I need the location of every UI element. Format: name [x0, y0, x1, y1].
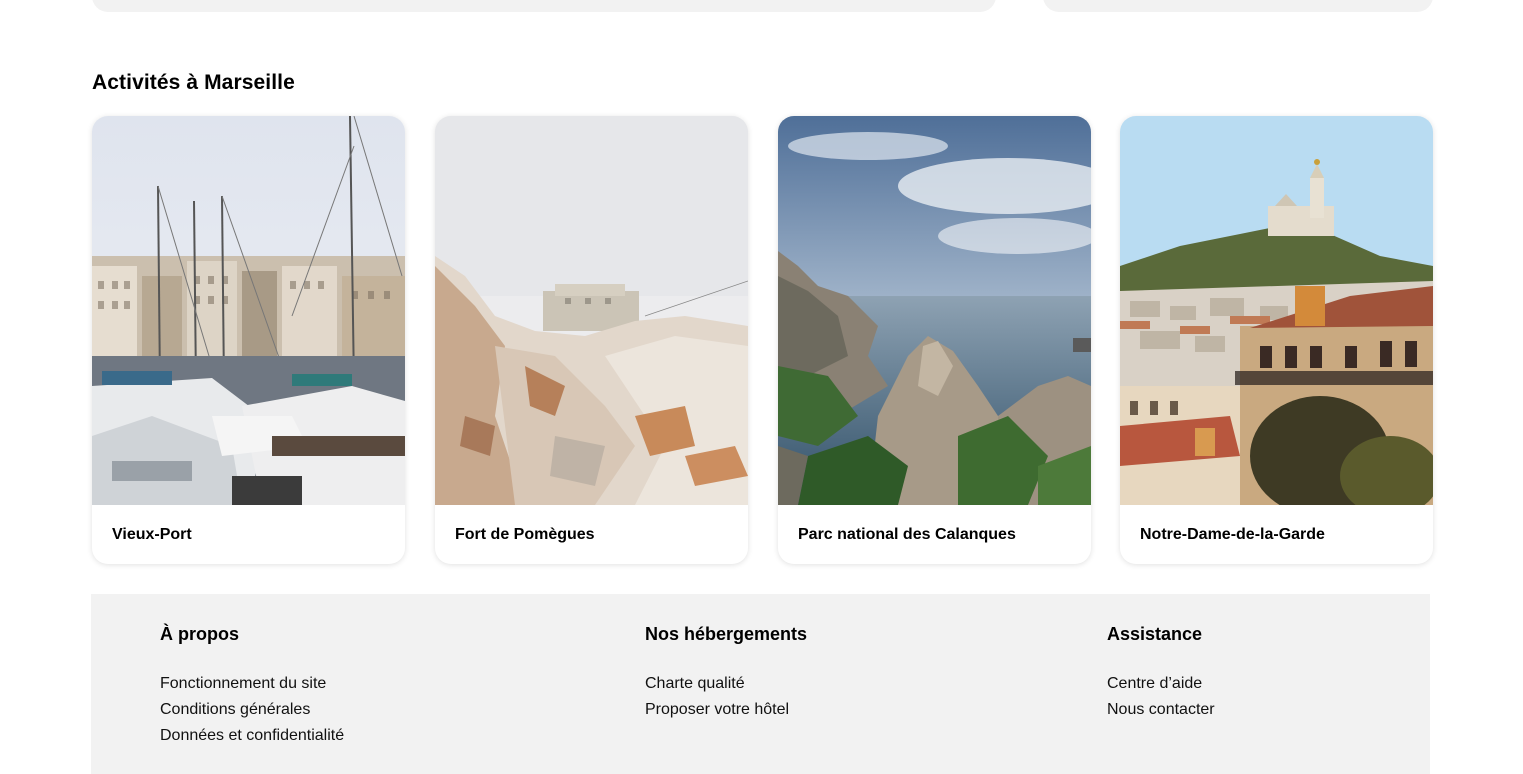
previous-section-panel-left — [92, 0, 996, 12]
footer-link-proposer-hotel[interactable]: Proposer votre hôtel — [645, 697, 807, 723]
previous-section-panel-right — [1043, 0, 1433, 12]
footer-column-hebergements: Nos hébergements Charte qualité Proposer… — [645, 624, 807, 723]
footer-link-fonctionnement[interactable]: Fonctionnement du site — [160, 671, 344, 697]
activity-card-parc-calanques[interactable]: Parc national des Calanques — [778, 116, 1091, 564]
activities-card-list: Vieux-Port Fort de Pomègues Parc nationa… — [92, 116, 1433, 564]
footer-link-conditions[interactable]: Conditions générales — [160, 697, 344, 723]
fort-de-pomegues-photo — [435, 116, 748, 505]
notre-dame-de-la-garde-photo — [1120, 116, 1433, 505]
activity-card-fort-de-pomegues[interactable]: Fort de Pomègues — [435, 116, 748, 564]
footer-link-centre-aide[interactable]: Centre d’aide — [1107, 671, 1215, 697]
calanques-photo — [778, 116, 1091, 505]
footer-column-a-propos: À propos Fonctionnement du site Conditio… — [160, 624, 344, 749]
footer-heading: À propos — [160, 624, 239, 644]
footer-heading: Nos hébergements — [645, 624, 808, 644]
footer-heading: Assistance — [1107, 624, 1203, 644]
activity-card-vieux-port[interactable]: Vieux-Port — [92, 116, 405, 564]
footer-column-assistance: Assistance Centre d’aide Nous contacter — [1107, 624, 1215, 723]
vieux-port-photo — [92, 116, 405, 505]
footer-link-charte-qualite[interactable]: Charte qualité — [645, 671, 807, 697]
activity-card-title: Notre-Dame-de-la-Garde — [1140, 526, 1325, 543]
site-footer: À propos Fonctionnement du site Conditio… — [91, 594, 1430, 774]
activity-card-title: Vieux-Port — [112, 526, 192, 543]
footer-link-nous-contacter[interactable]: Nous contacter — [1107, 697, 1215, 723]
activities-section-title: Activités à Marseille — [92, 71, 295, 94]
activity-card-notre-dame-de-la-garde[interactable]: Notre-Dame-de-la-Garde — [1120, 116, 1433, 564]
activity-card-title: Parc national des Calanques — [798, 526, 1016, 543]
activity-card-title: Fort de Pomègues — [455, 526, 595, 543]
footer-link-confidentialite[interactable]: Données et confidentialité — [160, 723, 344, 749]
